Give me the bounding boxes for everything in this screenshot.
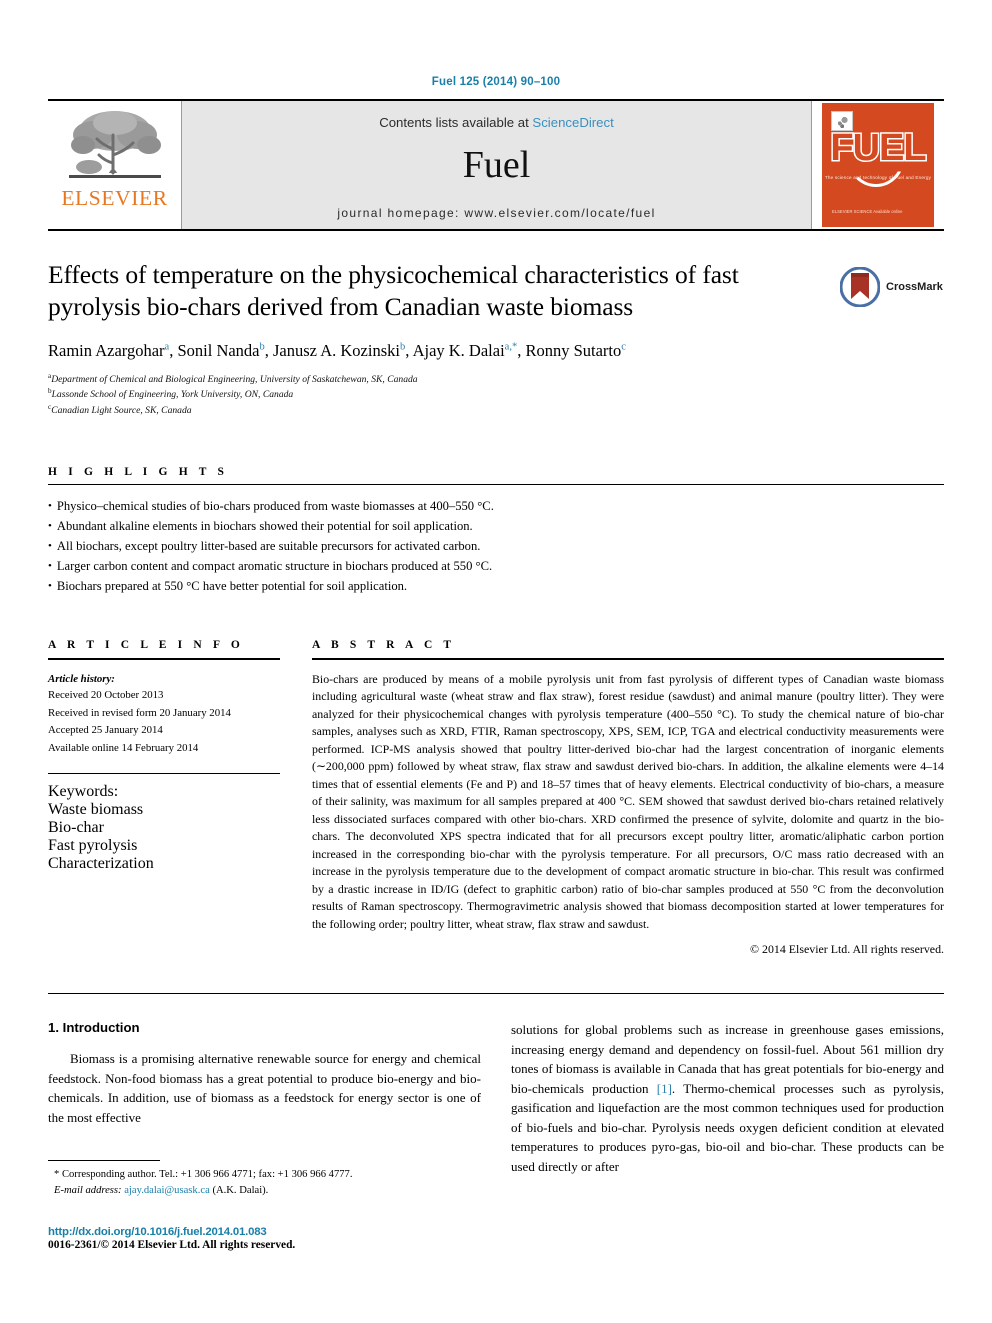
sciencedirect-link[interactable]: ScienceDirect <box>532 115 613 130</box>
article-history-item: Available online 14 February 2014 <box>48 741 199 754</box>
crossmark-badge[interactable]: CrossMark <box>839 261 944 313</box>
keywords-rule <box>48 773 280 775</box>
page-title: Effects of temperature on the physicoche… <box>48 260 739 322</box>
keyword-item: Characterization <box>48 855 154 873</box>
highlights-section: H I G H L I G H T S Physico–chemical stu… <box>48 466 944 596</box>
author-affiliation-marker: a,* <box>504 341 518 353</box>
article-info-section: A R T I C L E I N F O Article history: R… <box>48 639 280 958</box>
abstract-rule <box>312 657 944 660</box>
section-heading-introduction: 1. Introduction <box>48 1020 140 1036</box>
title-block: Effects of temperature on the physicoche… <box>48 259 944 418</box>
intro-paragraph-left: Biomass is a promising alternative renew… <box>48 1051 481 1125</box>
article-history-item: Received 20 October 2013 <box>48 689 164 702</box>
running-head: Fuel 125 (2014) 90–100 <box>431 76 561 88</box>
abstract-copyright: © 2014 Elsevier Ltd. All rights reserved… <box>750 942 944 957</box>
intro-paragraph-right: solutions for global problems such as in… <box>511 1020 944 1176</box>
journal-title: Fuel <box>462 144 531 186</box>
author-item: Ramin Azargohara, <box>48 341 178 361</box>
keywords-label: Keywords: <box>48 783 119 801</box>
elsevier-logo-block: ELSEVIER <box>48 101 181 229</box>
email-link[interactable]: ajay.dalai@usask.ca <box>124 1185 210 1196</box>
highlight-item: Physico–chemical studies of bio-chars pr… <box>48 497 944 517</box>
highlight-item: Larger carbon content and compact aromat… <box>48 557 944 577</box>
fuel-journal-cover-image: FUEL The science and technology of Fuel … <box>822 103 934 227</box>
cover-swoosh-graphic <box>848 159 904 187</box>
abstract-heading: A B S T R A C T <box>312 638 456 651</box>
body-two-column-layout: 1. Introduction Biomass is a promising a… <box>48 1020 944 1176</box>
author-list: Ramin Azargohara, Sonil Nandab, Janusz A… <box>48 340 944 361</box>
author-affiliation-marker: c <box>621 341 626 353</box>
author-item: Janusz A. Kozinskib, <box>273 341 413 361</box>
cover-footer-text: ELSEVIER SCIENCE Available online <box>832 208 903 214</box>
info-abstract-row: A R T I C L E I N F O Article history: R… <box>48 639 944 958</box>
article-info-rule <box>48 657 280 660</box>
crossmark-icon <box>839 266 881 308</box>
article-history-block: Article history: Received 20 October 201… <box>48 671 280 758</box>
affiliation-item: bLassonde School of Engineering, York Un… <box>48 387 294 401</box>
highlight-item: All biochars, except poultry litter-base… <box>48 537 944 557</box>
elsevier-wordmark: ELSEVIER <box>61 186 168 210</box>
masthead-center: Contents lists available at ScienceDirec… <box>181 101 812 229</box>
journal-homepage-link[interactable]: journal homepage: www.elsevier.com/locat… <box>337 206 655 220</box>
article-history-item: Received in revised form 20 January 2014 <box>48 706 231 719</box>
citation-link-1[interactable]: [1] <box>657 1081 672 1096</box>
keywords-block: Keywords: Waste biomass Bio-char Fast py… <box>48 783 280 873</box>
journal-cover-block: FUEL The science and technology of Fuel … <box>812 101 944 229</box>
body-separator-rule <box>48 993 944 995</box>
article-info-heading: A R T I C L E I N F O <box>48 638 244 651</box>
cover-subtitle: The science and technology of Fuel and E… <box>824 175 932 180</box>
highlight-item: Biochars prepared at 550 °C have better … <box>48 577 944 597</box>
elsevier-tree-icon <box>68 111 161 178</box>
affiliation-item: cCanadian Light Source, SK, Canada <box>48 403 192 417</box>
body-right-column: solutions for global problems such as in… <box>511 1020 944 1176</box>
author-item: Ronny Sutartoc <box>525 341 626 361</box>
abstract-text: Bio-chars are produced by means of a mob… <box>312 671 944 931</box>
highlights-list: Physico–chemical studies of bio-chars pr… <box>48 497 944 596</box>
footnote-rule <box>48 1160 160 1161</box>
keyword-item: Waste biomass <box>48 801 144 819</box>
doi-link[interactable]: http://dx.doi.org/10.1016/j.fuel.2014.01… <box>48 1226 460 1238</box>
masthead-bottom-rule <box>48 229 944 231</box>
contents-available-line: Contents lists available at ScienceDirec… <box>379 115 614 130</box>
crossmark-label: CrossMark <box>886 281 943 293</box>
highlight-item: Abundant alkaline elements in biochars s… <box>48 517 944 537</box>
journal-masthead: ELSEVIER Contents lists available at Sci… <box>48 99 944 229</box>
affiliation-list: aDepartment of Chemical and Biological E… <box>48 371 944 418</box>
keyword-item: Fast pyrolysis <box>48 837 138 855</box>
author-item: Sonil Nandab, <box>177 341 274 361</box>
highlights-rule <box>48 484 944 486</box>
email-note: E-mail address: ajay.dalai@usask.ca (A.K… <box>48 1183 460 1199</box>
journal-article-page: Fuel 125 (2014) 90–100 ELSEVIER Contents… <box>0 0 992 1323</box>
page-footer: * Corresponding author. Tel.: +1 306 966… <box>48 1160 460 1251</box>
affiliation-item: aDepartment of Chemical and Biological E… <box>48 371 418 385</box>
email-owner: (A.K. Dalai). <box>212 1185 269 1197</box>
author-item: Ajay K. Dalaia,*, <box>412 341 526 361</box>
email-label: E-mail address: <box>54 1185 122 1197</box>
body-left-column: 1. Introduction Biomass is a promising a… <box>48 1020 481 1176</box>
highlights-heading: H I G H L I G H T S <box>48 466 229 479</box>
abstract-section: A B S T R A C T Bio-chars are produced b… <box>312 639 944 958</box>
keyword-item: Bio-char <box>48 819 104 837</box>
contents-prefix: Contents lists available at <box>379 115 529 130</box>
article-history-label: Article history: <box>48 672 115 685</box>
corresponding-author-note: * Corresponding author. Tel.: +1 306 966… <box>54 1169 353 1180</box>
article-history-item: Accepted 25 January 2014 <box>48 724 163 737</box>
issn-copyright-line: 0016-2361/© 2014 Elsevier Ltd. All right… <box>48 1238 296 1251</box>
